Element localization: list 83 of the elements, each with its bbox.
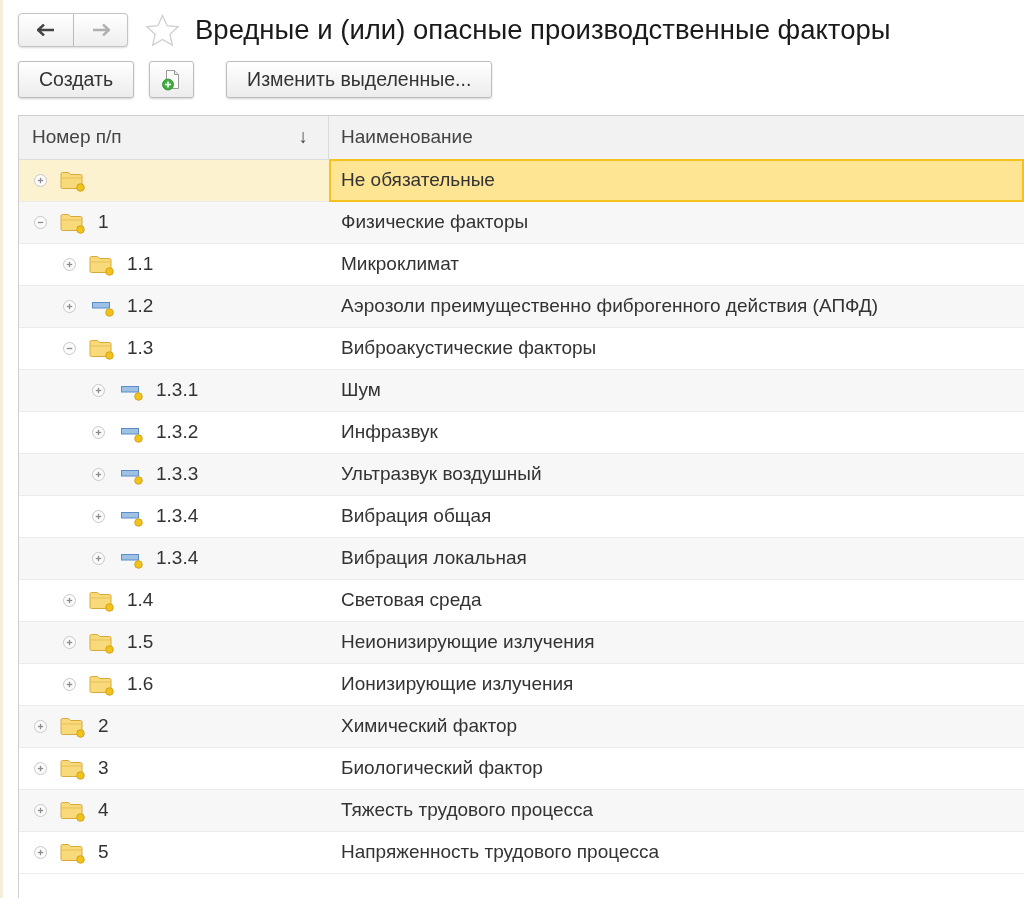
row-number: 1.6 [127, 672, 154, 697]
current-cell[interactable]: Не обязательные [329, 159, 1024, 202]
row-number: 1.4 [127, 588, 154, 613]
row-number: 4 [98, 798, 109, 823]
folder-icon [60, 211, 85, 234]
right-arrow-icon [91, 24, 110, 36]
factor-name: Напряженность трудового процесса [341, 840, 660, 865]
row-number: 3 [98, 756, 109, 781]
factor-name: Химический фактор [341, 714, 518, 739]
table-row[interactable]: 1.3.3 Ультразвук воздушный [19, 454, 1024, 496]
expand-icon[interactable] [63, 300, 76, 313]
factor-name: Ионизирующие излучения [341, 672, 574, 697]
table-row[interactable]: 4 Тяжесть трудового процесса [19, 790, 1024, 832]
table-row[interactable]: 1.3.4 Вибрация локальная [19, 538, 1024, 580]
folder-icon [89, 337, 114, 360]
expand-icon[interactable] [34, 846, 47, 859]
factor-name: Ультразвук воздушный [341, 462, 542, 487]
table-row[interactable]: 1.3.1 Шум [19, 370, 1024, 412]
table-row[interactable]: 2 Химический фактор [19, 706, 1024, 748]
row-number: 1 [98, 210, 109, 235]
collapse-icon[interactable] [34, 216, 47, 229]
factor-name: Аэрозоли преимущественно фиброгенного действия (АПФД) [341, 294, 879, 319]
folder-icon [60, 757, 85, 780]
row-number: 1.3.4 [156, 546, 199, 571]
row-number: 1.3.3 [156, 462, 199, 487]
folder-icon [89, 589, 114, 612]
left-arrow-icon [37, 24, 55, 36]
column-header[interactable]: Наименование [329, 116, 1024, 159]
table-row[interactable]: Не обязательные [19, 160, 1024, 202]
expand-icon[interactable] [34, 720, 47, 733]
expand-icon[interactable] [63, 636, 76, 649]
factor-name: Вибрация локальная [341, 546, 527, 571]
folder-icon [89, 631, 114, 654]
back-button[interactable] [18, 13, 74, 47]
factor-name: Тяжесть трудового процесса [341, 798, 594, 823]
folder-icon [89, 673, 114, 696]
add-document-icon [161, 68, 182, 91]
toolbar-button[interactable]: Изменить выделенные... [226, 61, 493, 98]
table-row[interactable]: 1 Физические факторы [19, 202, 1024, 244]
row-number: 2 [98, 714, 109, 739]
row-number: 1.2 [127, 294, 154, 319]
factor-name: Микроклимат [341, 252, 460, 277]
expand-icon[interactable] [34, 174, 47, 187]
expand-icon[interactable] [63, 678, 76, 691]
folder-icon [89, 253, 114, 276]
expand-icon[interactable] [34, 804, 47, 817]
expand-icon[interactable] [92, 426, 105, 439]
expand-icon[interactable] [92, 510, 105, 523]
row-number: 1.3.4 [156, 504, 199, 529]
factor-name: Инфразвук [341, 420, 438, 445]
factor-name: Шум [341, 378, 381, 403]
folder-icon [60, 799, 85, 822]
add-document-button[interactable] [149, 61, 195, 98]
toolbar-button[interactable]: Создать [18, 61, 135, 98]
factor-name: Неионизирующие излучения [341, 630, 595, 655]
row-number: 1.1 [127, 252, 154, 277]
row-number: 1.3.2 [156, 420, 199, 445]
row-number: 1.3 [127, 336, 154, 361]
expand-icon[interactable] [63, 258, 76, 271]
folder-icon [60, 715, 85, 738]
expand-icon[interactable] [92, 384, 105, 397]
factor-name: Вибрация общая [341, 504, 492, 529]
row-number: 1.5 [127, 630, 154, 655]
row-number: 5 [98, 840, 109, 865]
expand-icon[interactable] [92, 552, 105, 565]
sort-indicator: ↓ [298, 125, 308, 150]
collapse-icon[interactable] [63, 342, 76, 355]
factor-name: Физические факторы [341, 210, 529, 235]
factor-name: Не обязательные [341, 168, 495, 193]
factor-name: Световая среда [341, 588, 482, 613]
table-row[interactable]: 1.5 Неионизирующие излучения [19, 622, 1024, 664]
table-row[interactable]: 1.2 Аэрозоли преимущественно фиброгенного действия (АПФД) [19, 286, 1024, 328]
expand-icon[interactable] [34, 762, 47, 775]
factor-name: Виброакустические факторы [341, 336, 597, 361]
expand-icon[interactable] [92, 468, 105, 481]
folder-icon [60, 169, 85, 192]
folder-icon [60, 841, 85, 864]
expand-icon[interactable] [63, 594, 76, 607]
column-header[interactable]: Номер п/п ↓ [19, 116, 329, 159]
factor-name: Биологический фактор [341, 756, 543, 781]
row-number: 1.3.1 [156, 378, 199, 403]
window-title: Вредные и (или) опасные производственные факторы [195, 16, 891, 44]
star-icon[interactable] [145, 13, 180, 47]
